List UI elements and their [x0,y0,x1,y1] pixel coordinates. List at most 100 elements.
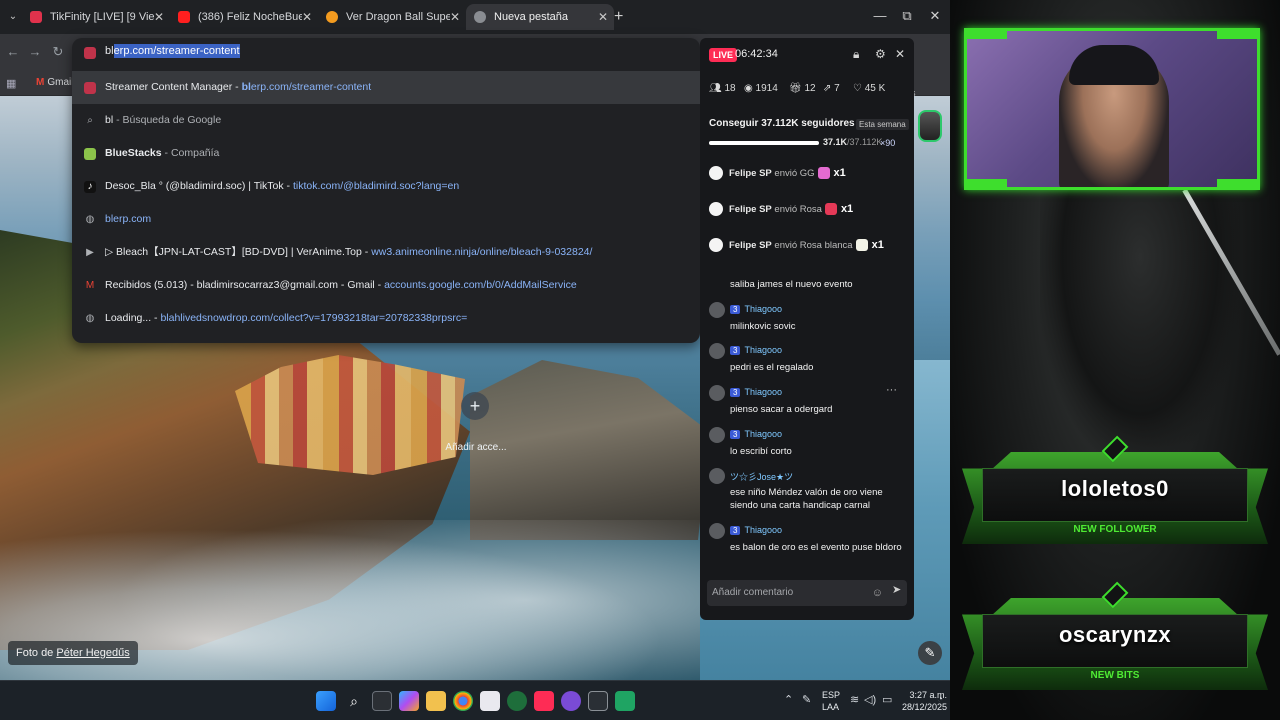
gear-icon[interactable]: ⚙ [875,47,886,61]
gift-action: envió Rosa [771,204,822,215]
views-count: 1914 [755,83,778,94]
suggestion-title: Desoc_Bla ° (@bladimird.soc) | TikTok - [105,180,293,192]
tab-close-icon[interactable]: ✕ [154,4,164,30]
tab-title: Ver Dragon Ball Super 76 Español [346,11,450,23]
browser-window: + Añadir acce... Foto de Péter Hegedűs ✎… [0,0,950,720]
chat-username: Thiagooo [744,429,782,439]
chat-text: pedri es el regalado [730,362,814,373]
gift-user: Felipe SP [729,240,772,251]
copilot-icon[interactable] [399,691,419,711]
address-bar[interactable]: blerp.com/streamer-content [72,38,700,68]
tab-dragon-ball[interactable]: Ver Dragon Ball Super 76 Español ✕ [318,4,466,30]
lock-icon[interactable]: 🔒︎ [853,47,859,62]
close-icon[interactable]: ✕ [895,47,905,61]
reload-icon[interactable]: ↻ [49,44,67,60]
tab-youtube[interactable]: (386) Feliz NocheBuena - Rodolfo ✕ [170,4,318,30]
steam-icon[interactable] [507,691,527,711]
goal-progress-fill [709,141,819,145]
search-icon[interactable]: ⌕ [344,691,364,711]
suggestion-url: blahlivedsnowdrop.com/collect?v=17993218… [160,312,468,324]
volume-icon[interactable]: ◁) [864,693,876,706]
close-window-button[interactable]: ✕ [925,8,945,24]
language-indicator[interactable]: ESP LAA [822,689,840,713]
chat-username-row: 3 Thiagooo [730,345,782,355]
level-badge: 3 [730,526,741,535]
notification-bell-icon[interactable]: ◔ [937,694,943,705]
viewers-count: 18 [724,83,736,94]
chat-text: pienso sacar a odergard [730,404,833,415]
avatar [709,238,723,253]
views-stat: ◉ 1914 [744,83,778,94]
emoji-icon[interactable]: ☺ [872,580,883,606]
suggestion-item[interactable]: BlueStacks - Compañía [72,137,700,170]
bookmark-gmail[interactable]: M Gmail [36,77,73,88]
add-shortcut-button[interactable]: + [461,392,489,420]
alert-type: NEW FOLLOWER [1073,524,1157,535]
chat-username: ツ☆彡Jose★ツ [730,472,794,482]
tab-close-icon[interactable]: ✕ [302,4,312,30]
send-icon[interactable]: ➤ [892,583,901,596]
tab-close-icon[interactable]: ✕ [598,4,608,30]
streamer-cap [1069,45,1159,85]
avatar [709,202,723,217]
tab-search-chevron-icon[interactable]: ⌄ [4,8,22,26]
forward-icon[interactable]: → [26,44,44,59]
comment-input[interactable]: Añadir comentario ☺ [707,580,907,606]
suggestion-item[interactable]: Streamer Content Manager - blerp.com/str… [72,71,700,104]
customize-pencil-icon[interactable]: ✎ [918,641,942,665]
level-badge: 3 [730,346,741,355]
avatar [709,427,725,443]
address-input[interactable]: blerp.com/streamer-content [105,44,240,58]
chrome-icon[interactable] [453,691,473,711]
tab-tikfinity[interactable]: TikFinity [LIVE] [9 Viewers] ✕ [22,4,170,30]
suggestion-item[interactable]: ◍ Loading... - blahlivedsnowdrop.com/col… [72,302,700,335]
tiktok-icon: ♪ [84,181,96,193]
gift-multiplier: x1 [871,239,884,251]
goal-progress-bar [709,141,819,145]
profile-avatar[interactable] [918,110,942,142]
bits-alert: oscarynzx NEW BITS [962,578,1268,718]
share-icon: ⇗ [823,83,832,94]
apps-grid-icon[interactable]: ▦ [6,77,16,90]
wifi-icon[interactable]: ≋ [850,693,859,706]
suggestion-item[interactable]: ◍ blerp.com [72,203,700,236]
file-explorer-icon[interactable] [426,691,446,711]
photo-credit-prefix: Foto de [16,647,57,659]
tray-chevron-icon[interactable]: ⌃ [784,693,793,706]
terminal-icon[interactable] [588,691,608,711]
sheets-icon[interactable] [615,691,635,711]
task-view-icon[interactable] [372,691,392,711]
gift-action: envió Rosa blanca [771,240,853,251]
gift-user: Felipe SP [729,168,772,179]
maximize-button[interactable]: ⧉ [897,8,917,24]
tab-new-tab[interactable]: Nueva pestaña ✕ [466,4,614,30]
tiktok-studio-icon[interactable] [534,691,554,711]
alert-username: oscarynzx [1058,622,1172,647]
windows-start-icon[interactable] [316,691,336,711]
suggestion-item[interactable]: ♪ Desoc_Bla ° (@bladimird.soc) | TikTok … [72,170,700,203]
suggestion-item[interactable]: ▶ ▷ Bleach【JPN-LAT-CAST】[BD-DVD] | VerAn… [72,236,700,269]
suggestion-item[interactable]: ⌕ bl - Búsqueda de Google [72,104,700,137]
notepad-icon[interactable] [480,691,500,711]
photo-credit-link[interactable]: Foto de Péter Hegedűs [8,641,138,665]
globe-icon: ◍ [85,214,95,225]
battery-icon[interactable]: ▭ [882,693,892,706]
more-options-icon[interactable]: ··· [886,384,897,396]
level-badge: 3 [730,305,741,314]
obs-icon[interactable] [561,691,581,711]
live-panel: LIVE 06:42:34 🔒︎ ⚙ ✕ 👥︎ 18 ◉ 1914 🎁︎ 12 … [700,38,914,620]
goal-count: 37.1K/37.112K [823,137,882,147]
suggestion-url-match: bl [241,81,251,93]
site-icon [84,47,96,59]
minimize-button[interactable]: — [870,8,890,23]
gift-event: Felipe SP envió Rosa blanca x1 [709,236,884,254]
suggestion-item[interactable]: M Recibidos (5.013) - bladimirsocarraz3@… [72,269,700,302]
goal-bonus: ×90 [880,138,896,148]
pen-icon[interactable]: ✎ [802,693,811,706]
tab-close-icon[interactable]: ✕ [450,4,460,30]
back-icon[interactable]: ← [4,44,22,59]
gift-multiplier: x1 [840,203,854,215]
dragon-ball-icon [326,11,338,23]
new-tab-button[interactable]: + [614,8,623,26]
tikfinity-icon [30,11,42,23]
